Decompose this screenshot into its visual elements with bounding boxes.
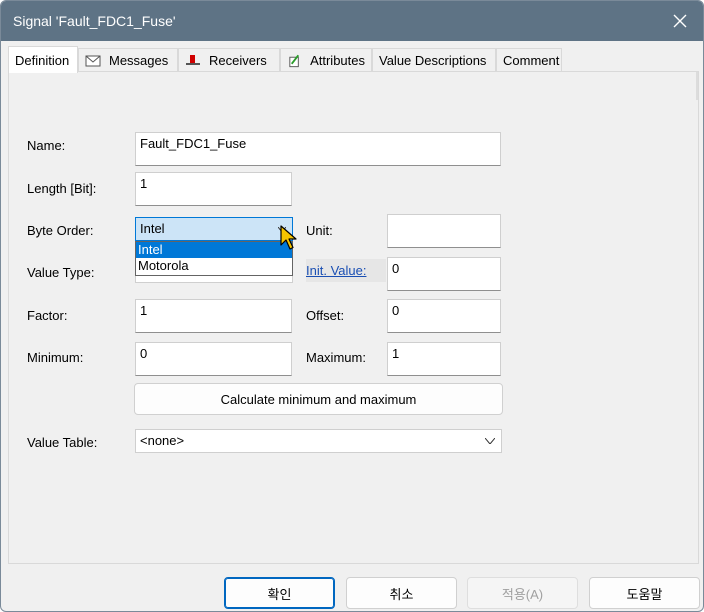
tab-comment[interactable]: Comment xyxy=(496,48,562,72)
calculate-button-label: Calculate minimum and maximum xyxy=(220,391,417,407)
byte-order-value: Intel xyxy=(140,221,165,236)
length-label: Length [Bit]: xyxy=(27,181,97,196)
attributes-pencil-icon xyxy=(289,54,300,67)
tab-label: Value Descriptions xyxy=(379,53,487,68)
ok-button[interactable]: 확인 xyxy=(224,577,335,609)
value-type-label: Value Type: xyxy=(27,265,95,280)
close-button[interactable] xyxy=(657,1,703,41)
close-icon xyxy=(673,14,687,28)
byte-order-dropdown: Intel Motorola xyxy=(135,241,293,276)
cancel-button-label: 취소 xyxy=(389,586,414,602)
cancel-button[interactable]: 취소 xyxy=(346,577,457,609)
tab-value-descriptions[interactable]: Value Descriptions xyxy=(372,48,496,72)
envelope-icon xyxy=(85,55,101,66)
minimum-label: Minimum: xyxy=(27,350,84,365)
init-value-link[interactable]: Init. Value: xyxy=(306,259,386,282)
maximum-label: Maximum: xyxy=(306,350,366,365)
receiver-icon xyxy=(186,54,200,65)
value-table-label: Value Table: xyxy=(27,435,98,450)
tab-receivers[interactable]: Receivers xyxy=(178,48,280,72)
minimum-input[interactable]: 0 xyxy=(135,342,292,376)
chevron-down-icon xyxy=(485,438,495,444)
tab-definition[interactable]: Definition xyxy=(8,46,78,73)
tab-label: Receivers xyxy=(209,53,267,68)
factor-input[interactable]: 1 xyxy=(135,299,292,333)
signal-dialog: Signal 'Fault_FDC1_Fuse' Definition Mess… xyxy=(0,0,704,612)
unit-input[interactable] xyxy=(387,214,501,248)
help-button-label: 도움말 xyxy=(626,586,663,602)
value-table-select[interactable]: <none> xyxy=(135,429,502,453)
scrollbar[interactable] xyxy=(696,72,698,100)
factor-label: Factor: xyxy=(27,308,68,323)
maximum-input[interactable]: 1 xyxy=(387,342,501,376)
tab-messages[interactable]: Messages xyxy=(78,48,178,72)
tab-label: Definition xyxy=(15,52,70,68)
name-label: Name: xyxy=(27,138,66,153)
tab-attributes[interactable]: Attributes xyxy=(280,48,372,72)
tab-label: Messages xyxy=(109,53,169,68)
name-input[interactable]: Fault_FDC1_Fuse xyxy=(135,132,501,166)
unit-label: Unit: xyxy=(306,223,333,238)
help-button[interactable]: 도움말 xyxy=(589,577,700,609)
mouse-pointer-icon xyxy=(280,225,297,250)
tab-strip: Definition Messages Receivers Attributes… xyxy=(8,46,698,73)
init-value-input[interactable]: 0 xyxy=(387,257,501,291)
byte-order-option-motorola[interactable]: Motorola xyxy=(136,258,292,274)
apply-button-label: 적용(A) xyxy=(501,586,544,602)
byte-order-option-intel[interactable]: Intel xyxy=(136,242,292,258)
calculate-min-max-button[interactable]: Calculate minimum and maximum xyxy=(134,383,503,415)
length-input[interactable]: 1 xyxy=(135,172,292,206)
title-bar: Signal 'Fault_FDC1_Fuse' xyxy=(1,1,703,41)
ok-button-label: 확인 xyxy=(267,586,292,602)
value-table-value: <none> xyxy=(140,433,185,448)
offset-input[interactable]: 0 xyxy=(387,299,501,333)
offset-label: Offset: xyxy=(306,308,345,323)
apply-button[interactable]: 적용(A) xyxy=(467,577,578,609)
byte-order-label: Byte Order: xyxy=(27,223,94,238)
byte-order-combo[interactable]: Intel xyxy=(135,217,293,241)
dialog-title: Signal 'Fault_FDC1_Fuse' xyxy=(13,13,176,29)
tab-label: Comment xyxy=(503,53,560,68)
tab-label: Attributes xyxy=(310,53,365,68)
